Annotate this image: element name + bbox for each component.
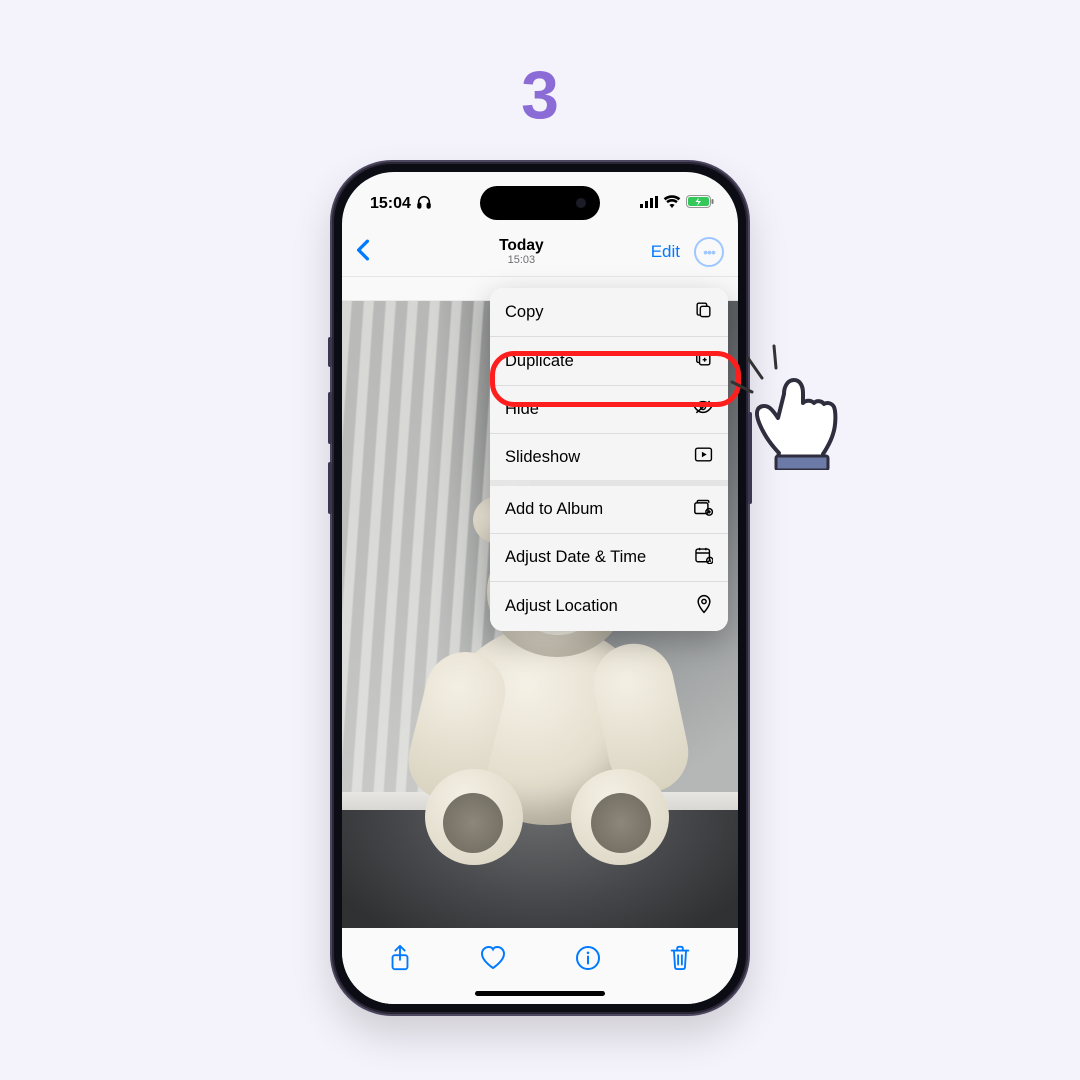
ellipsis-icon: ••• xyxy=(703,244,715,260)
battery-charging-icon xyxy=(686,195,714,213)
location-pin-icon xyxy=(695,594,713,619)
info-icon xyxy=(575,945,601,971)
cellular-icon xyxy=(640,195,658,213)
play-rect-icon xyxy=(694,446,713,468)
nav-title-group: Today 15:03 xyxy=(392,237,651,266)
phone-screen: 15:04 xyxy=(342,172,738,1004)
menu-slideshow[interactable]: Slideshow xyxy=(490,433,728,480)
volume-down-button xyxy=(328,462,332,514)
heart-icon xyxy=(479,945,507,970)
menu-adjust-date-time[interactable]: Adjust Date & Time xyxy=(490,533,728,581)
silence-switch xyxy=(328,337,332,367)
nav-title: Today xyxy=(392,237,651,254)
photo-blanket xyxy=(342,810,738,940)
favorite-button[interactable] xyxy=(479,945,507,975)
back-button[interactable] xyxy=(356,237,392,268)
duplicate-icon xyxy=(694,349,713,373)
edit-button[interactable]: Edit xyxy=(651,242,680,262)
wifi-icon xyxy=(663,195,681,213)
share-icon xyxy=(388,944,412,972)
menu-add-to-album[interactable]: Add to Album xyxy=(490,486,728,533)
context-menu: Copy Duplicate Hide Slideshow xyxy=(490,288,728,631)
menu-duplicate[interactable]: Duplicate xyxy=(490,336,728,385)
home-indicator[interactable] xyxy=(475,991,605,996)
menu-item-label: Add to Album xyxy=(505,500,603,519)
menu-item-label: Duplicate xyxy=(505,352,574,371)
chevron-left-icon xyxy=(356,237,370,267)
eye-off-icon xyxy=(693,398,713,421)
photo-teddy-bear xyxy=(443,625,653,825)
dynamic-island xyxy=(480,186,600,220)
menu-item-label: Copy xyxy=(505,303,544,322)
delete-button[interactable] xyxy=(668,944,692,977)
menu-item-label: Adjust Location xyxy=(505,597,618,616)
copy-icon xyxy=(694,300,713,324)
menu-item-label: Hide xyxy=(505,400,539,419)
menu-adjust-location[interactable]: Adjust Location xyxy=(490,581,728,631)
menu-item-label: Slideshow xyxy=(505,448,580,467)
phone-frame: 15:04 xyxy=(330,160,750,1016)
calendar-icon xyxy=(694,546,713,569)
menu-item-label: Adjust Date & Time xyxy=(505,548,646,567)
more-button[interactable]: ••• xyxy=(694,237,724,267)
trash-icon xyxy=(668,944,692,972)
share-button[interactable] xyxy=(388,944,412,977)
menu-hide[interactable]: Hide xyxy=(490,385,728,433)
status-time: 15:04 xyxy=(370,195,411,213)
album-add-icon xyxy=(693,498,713,521)
tap-cursor-icon xyxy=(724,340,854,475)
volume-up-button xyxy=(328,392,332,444)
info-button[interactable] xyxy=(575,945,601,976)
step-number: 3 xyxy=(0,56,1080,134)
headphones-icon xyxy=(416,194,432,215)
nav-subtitle: 15:03 xyxy=(392,254,651,266)
nav-bar: Today 15:03 Edit ••• xyxy=(342,228,738,277)
menu-copy[interactable]: Copy xyxy=(490,288,728,336)
